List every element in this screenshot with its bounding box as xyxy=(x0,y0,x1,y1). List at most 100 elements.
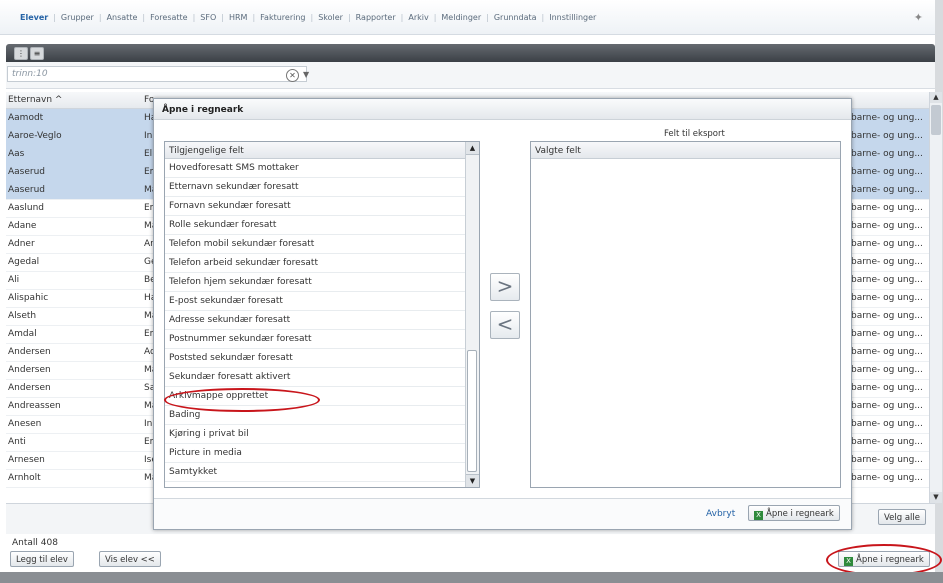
available-field-item[interactable]: Rolle sekundær foresatt xyxy=(165,216,471,235)
nav-item-arkiv[interactable]: Arkiv xyxy=(408,13,428,22)
nav-separator: | xyxy=(347,13,351,22)
nav-separator: | xyxy=(433,13,437,22)
export-fields-title: Felt til eksport xyxy=(664,129,725,139)
column-header-last-name[interactable]: Etternavn ^ xyxy=(8,95,62,105)
available-field-label: Sekundær foresatt aktivert xyxy=(169,372,291,382)
available-field-label: Rolle sekundær foresatt xyxy=(169,220,277,230)
cell-unit: barne- og ung... xyxy=(851,401,923,411)
nav-item-meldinger[interactable]: Meldinger xyxy=(441,13,481,22)
add-field-button[interactable]: > xyxy=(490,273,520,301)
nav-item-elever[interactable]: Elever xyxy=(20,13,48,22)
available-field-item[interactable]: Fornavn sekundær foresatt xyxy=(165,197,471,216)
available-field-item[interactable]: Postnummer sekundær foresatt xyxy=(165,330,471,349)
cell-unit: barne- og ung... xyxy=(851,239,923,249)
scroll-down-icon[interactable]: ▼ xyxy=(930,492,942,503)
available-field-item[interactable]: Kjøring i privat bil xyxy=(165,425,471,444)
cell-last-name: Aaroe-Veglo xyxy=(8,131,62,141)
cell-unit: barne- og ung... xyxy=(851,149,923,159)
nav-item-foresatte[interactable]: Foresatte xyxy=(150,13,188,22)
nav-item-rapporter[interactable]: Rapporter xyxy=(356,13,396,22)
available-field-item[interactable]: Samtykket xyxy=(165,463,471,482)
available-field-item[interactable]: E-post sekundær foresatt xyxy=(165,292,471,311)
record-count: Antall 408 xyxy=(12,538,58,548)
grid-view-icon[interactable]: ⋮ xyxy=(14,47,28,60)
cell-last-name: Aaslund xyxy=(8,203,44,213)
show-student-button[interactable]: Vis elev << xyxy=(99,551,161,567)
top-navigation: Elever | Grupper | Ansatte | Foresatte | SFO | HRM… xyxy=(0,0,935,35)
nav-separator: | xyxy=(310,13,314,22)
open-spreadsheet-label: Åpne i regneark xyxy=(856,555,924,565)
available-fields-list[interactable]: Tilgjengelige felt Hovedforesatt SMS mot… xyxy=(164,141,480,488)
scroll-up-icon[interactable]: ▲ xyxy=(930,92,942,103)
available-field-label: Poststed sekundær foresatt xyxy=(169,353,293,363)
available-field-label: Etternavn sekundær foresatt xyxy=(169,182,299,192)
available-field-item[interactable]: Hovedforesatt SMS mottaker xyxy=(165,159,471,178)
open-spreadsheet-button[interactable]: X Åpne i regneark xyxy=(838,551,930,567)
dialog-open-spreadsheet-button[interactable]: X Åpne i regneark xyxy=(748,505,840,521)
available-field-item[interactable]: Etternavn sekundær foresatt xyxy=(165,178,471,197)
nav-separator: | xyxy=(221,13,224,22)
cell-last-name: Aamodt xyxy=(8,113,44,123)
cancel-link[interactable]: Avbryt xyxy=(706,509,735,519)
cell-unit: barne- og ung... xyxy=(851,455,923,465)
nav-separator: | xyxy=(53,13,56,22)
chosen-fields-header-label: Valgte felt xyxy=(535,146,581,156)
scroll-thumb[interactable] xyxy=(931,105,941,135)
filter-bar: trinn:10 ✕ ▼ xyxy=(6,62,935,89)
available-field-item[interactable]: Telefon mobil sekundær foresatt xyxy=(165,235,471,254)
available-field-item[interactable]: Adresse sekundær foresatt xyxy=(165,311,471,330)
available-field-item[interactable]: Telefon hjem sekundær foresatt xyxy=(165,273,471,292)
cell-last-name: Alispahic xyxy=(8,293,49,303)
nav-item-ansatte[interactable]: Ansatte xyxy=(107,13,138,22)
available-list-scrollbar[interactable]: ▲ ▼ xyxy=(465,142,479,487)
nav-item-skoler[interactable]: Skoler xyxy=(318,13,343,22)
nav-item-sfo[interactable]: SFO xyxy=(200,13,216,22)
cell-unit: barne- og ung... xyxy=(851,113,923,123)
cell-unit: barne- og ung... xyxy=(851,131,923,141)
cell-last-name: Andreassen xyxy=(8,401,61,411)
close-circle-icon[interactable]: ✕ xyxy=(286,69,299,82)
chosen-fields-list[interactable]: Valgte felt xyxy=(530,141,841,488)
scroll-down-icon[interactable]: ▼ xyxy=(466,474,479,487)
nav-item-innstillinger[interactable]: Innstillinger xyxy=(549,13,596,22)
remove-field-button[interactable]: < xyxy=(490,311,520,339)
nav-item-hrm[interactable]: HRM xyxy=(229,13,247,22)
available-field-item[interactable]: Bading xyxy=(165,406,471,425)
scroll-thumb[interactable] xyxy=(467,350,477,472)
pin-icon[interactable]: ✦ xyxy=(914,11,923,24)
cell-last-name: Aaserud xyxy=(8,185,46,195)
available-field-item[interactable]: Arkivmappe opprettet xyxy=(165,387,471,406)
nav-item-fakturering[interactable]: Fakturering xyxy=(260,13,305,22)
available-field-label: Arkivmappe opprettet xyxy=(169,391,269,401)
filter-input[interactable]: trinn:10 xyxy=(7,66,307,82)
cell-unit: barne- og ung... xyxy=(851,383,923,393)
available-field-item[interactable]: Poststed sekundær foresatt xyxy=(165,349,471,368)
available-field-item[interactable]: Telefon arbeid sekundær foresatt xyxy=(165,254,471,273)
available-fields-header: Tilgjengelige felt xyxy=(165,142,479,159)
list-view-icon[interactable]: ≡ xyxy=(30,47,44,60)
cell-unit: barne- og ung... xyxy=(851,167,923,177)
cell-unit: barne- og ung... xyxy=(851,329,923,339)
select-all-button[interactable]: Velg alle xyxy=(878,509,927,525)
nav-separator: | xyxy=(252,13,256,22)
cell-last-name: Aas xyxy=(8,149,25,159)
cell-unit: barne- og ung... xyxy=(851,419,923,429)
cell-unit: barne- og ung... xyxy=(851,311,923,321)
cell-last-name: Ali xyxy=(8,275,20,285)
table-scrollbar[interactable]: ▲ ▼ xyxy=(929,92,942,503)
add-student-button[interactable]: Legg til elev xyxy=(10,551,74,567)
available-field-item[interactable]: Picture in media xyxy=(165,444,471,463)
export-dialog: Åpne i regneark Felt til eksport Tilgjen… xyxy=(153,98,852,530)
nav-separator: | xyxy=(486,13,489,22)
torn-edge xyxy=(0,572,943,583)
chevron-down-icon[interactable]: ▼ xyxy=(303,70,309,79)
nav-item-grupper[interactable]: Grupper xyxy=(61,13,94,22)
cell-last-name: Arnholt xyxy=(8,473,41,483)
nav-item-grunndata[interactable]: Grunndata xyxy=(494,13,537,22)
cell-last-name: Arnesen xyxy=(8,455,45,465)
scroll-up-icon[interactable]: ▲ xyxy=(466,142,479,155)
cell-unit: barne- og ung... xyxy=(851,275,923,285)
available-field-label: Picture in media xyxy=(169,448,242,458)
nav-separator: | xyxy=(541,13,545,22)
available-field-item[interactable]: Sekundær foresatt aktivert xyxy=(165,368,471,387)
